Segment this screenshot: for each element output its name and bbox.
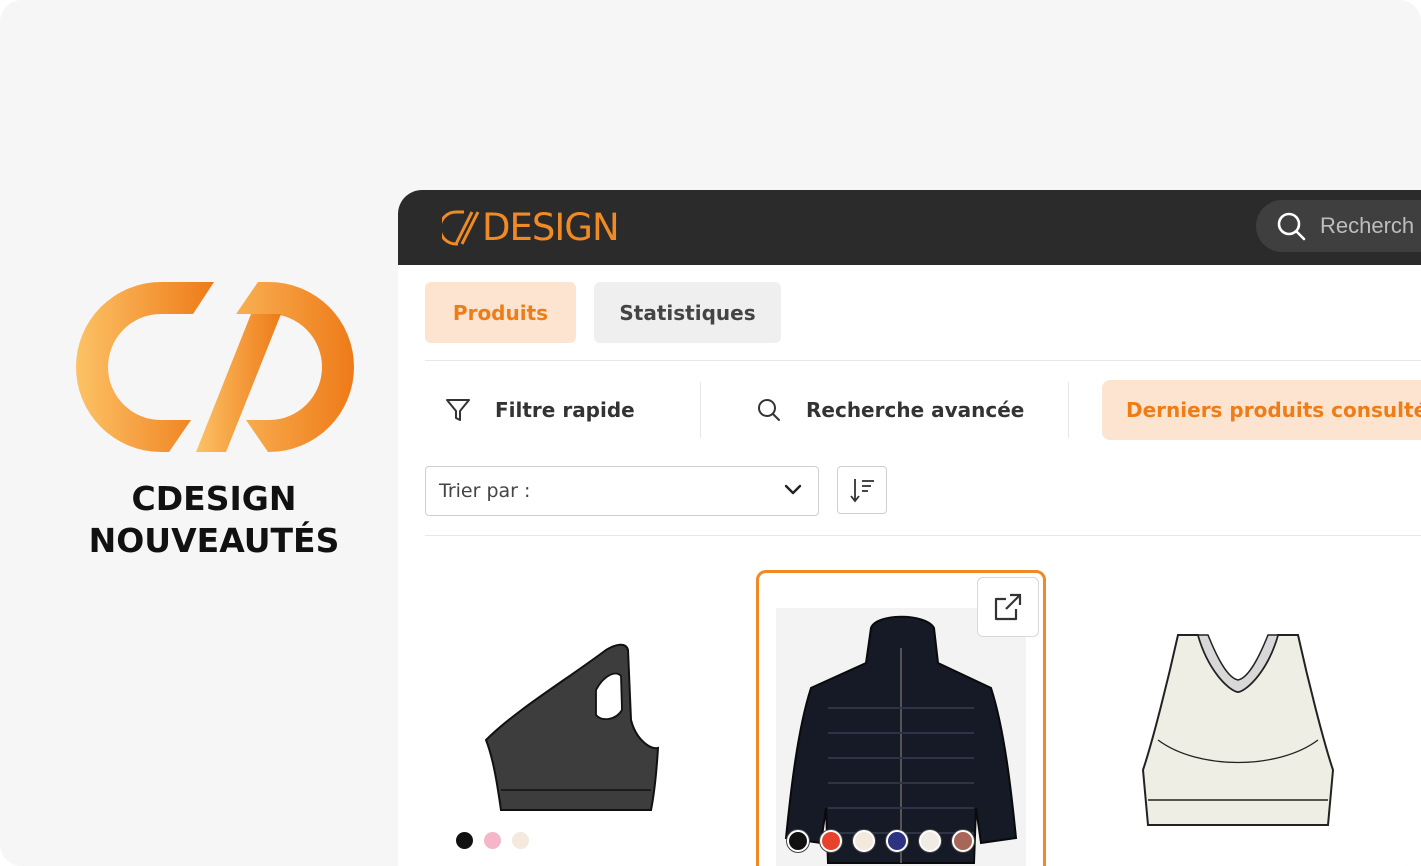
tab-produits-label: Produits [452,300,549,325]
hero-canvas: CDESIGN NOUVEAUTÉS DESIGN Recherch Produ… [0,0,1421,866]
search-icon [1277,212,1306,241]
search-icon [758,399,780,421]
recent-products-button[interactable]: Derniers produits consultés [1102,380,1421,440]
external-link-icon [994,593,1022,621]
app-header: DESIGN Recherch [398,190,1421,265]
product-card[interactable] [1108,570,1398,866]
color-swatch[interactable] [886,830,908,852]
header-search[interactable]: Recherch [1256,200,1421,252]
filter-separator [1068,382,1069,438]
brand-title: CDESIGN NOUVEAUTÉS [60,478,368,562]
quick-filter-label: Filtre rapide [495,398,635,422]
puffer-jacket-image [784,615,1018,864]
color-swatch[interactable] [512,832,529,849]
product-card[interactable] [426,570,716,866]
quick-filter-button[interactable]: Filtre rapide [445,380,635,440]
tab-statistiques-label: Statistiques [619,300,756,325]
app-window: DESIGN Recherch Produits Statistiques Fi… [398,190,1421,866]
chevron-down-icon [784,484,802,495]
sort-order-button[interactable] [837,466,887,514]
cd-brand-logo [76,282,354,452]
color-swatch[interactable] [853,830,875,852]
racerback-bra-image [1141,634,1335,826]
sort-select[interactable]: Trier par : [425,466,819,516]
color-swatch[interactable] [787,830,809,852]
toolbar-divider [425,535,1421,536]
app-logo-text: DESIGN [482,206,620,249]
tab-produits[interactable]: Produits [425,282,576,343]
color-swatch[interactable] [820,830,842,852]
color-swatch[interactable] [952,830,974,852]
color-swatches [456,832,529,849]
brand-title-line2: NOUVEAUTÉS [88,521,340,560]
color-swatch[interactable] [919,830,941,852]
filter-icon [446,399,470,421]
tab-statistiques[interactable]: Statistiques [594,282,781,343]
app-logo[interactable]: DESIGN [442,206,620,249]
filter-separator [700,382,701,438]
recent-products-label: Derniers produits consultés [1126,398,1421,422]
header-search-placeholder: Recherch [1320,213,1415,238]
color-swatch[interactable] [456,832,473,849]
advanced-search-button[interactable]: Recherche avancée [756,380,1024,440]
cd-logo-icon [442,210,480,246]
color-swatch[interactable] [484,832,501,849]
sort-descending-icon [850,479,874,503]
tabs-divider [425,360,1421,361]
sort-select-label: Trier par : [439,480,531,502]
color-swatches [787,830,974,852]
jacket-image [776,608,1026,866]
product-card-selected[interactable] [756,570,1046,866]
open-product-button[interactable] [977,577,1039,637]
advanced-search-label: Recherche avancée [806,398,1025,422]
one-shoulder-bra-image [484,643,660,811]
brand-title-line1: CDESIGN [131,479,297,518]
